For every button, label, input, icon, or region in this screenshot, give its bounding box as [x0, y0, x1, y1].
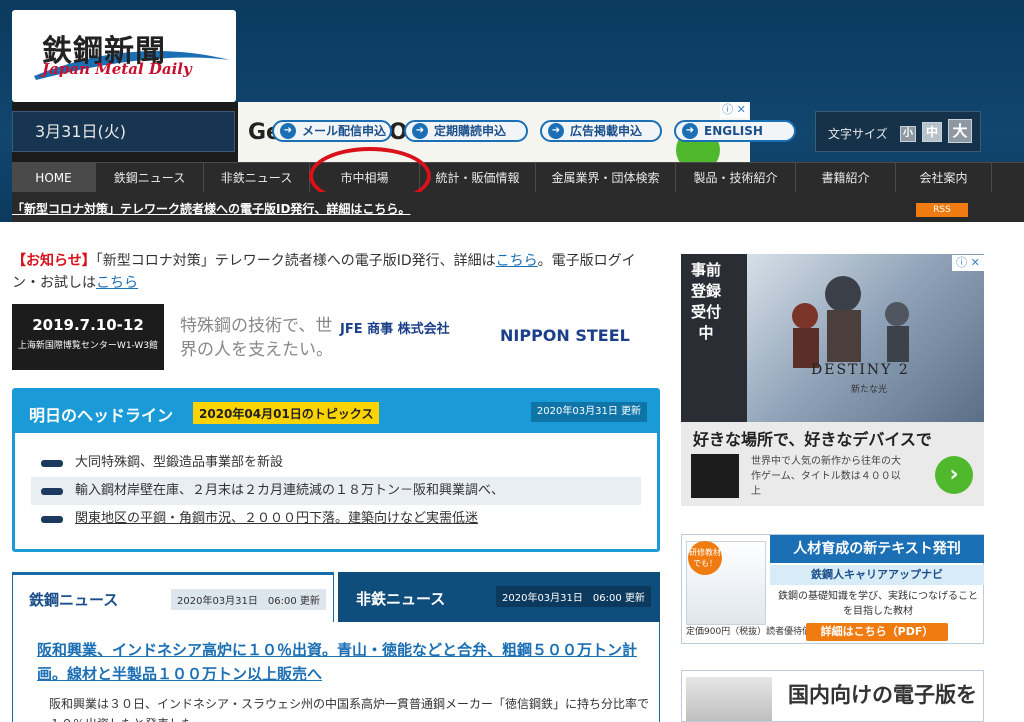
mail-subscribe-button[interactable]: ➜ メール配信申込 — [272, 120, 392, 142]
headline-box: 明日のヘッドライン 2020年04月01日のトピックス 2020年03月31日 … — [12, 388, 660, 552]
expo-date: 2019.7.10-12 — [32, 316, 144, 334]
nav-books[interactable]: 書籍紹介 — [796, 163, 896, 193]
promo-badge: 研修教材でも！ — [688, 541, 722, 575]
logo-english: Japan Metal Daily — [42, 60, 192, 78]
ticker-link[interactable]: 「新型コロナ対策」テレワーク読者様への電子版ID発行、詳細はこちら。 — [12, 200, 410, 217]
font-size-large-button[interactable]: 大 — [948, 119, 972, 143]
notice: 【お知らせ】「新型コロナ対策」テレワーク読者様への電子版ID発行、詳細はこちら。… — [12, 250, 658, 294]
tab-nonferrous-news[interactable]: 非鉄ニュース 2020年03月31日 06:00 更新 — [338, 572, 660, 622]
list-item[interactable]: 大同特殊鋼、型鍛造品事業部を新設 — [31, 449, 641, 477]
digital-edition-image — [686, 677, 772, 721]
article-title-link[interactable]: 阪和興業、インドネシア高炉に１０％出資。青山・徳能などと合弁、粗鋼５００万トン計… — [37, 638, 637, 686]
headline-title: 明日のヘッドライン — [29, 406, 174, 425]
tab-steel-news-date: 2020年03月31日 06:00 更新 — [171, 589, 326, 610]
tab-nonferrous-news-label: 非鉄ニュース — [356, 590, 446, 608]
notice-link-login[interactable]: こちら — [96, 275, 138, 291]
bullet-icon — [41, 516, 63, 523]
rss-button[interactable]: RSS — [916, 203, 968, 217]
main-nav: HOME 鉄鋼ニュース 非鉄ニュース 市中相場 統計・販価情報 金属業界・団体検… — [12, 162, 1024, 193]
site-header: 鉄鋼新聞 Japan Metal Daily GeFORCE NOW ⓘ ✕ 3… — [0, 0, 1024, 222]
promo-details-button[interactable]: 詳細はこちら（PDF） — [806, 623, 948, 641]
ad-catchphrase: 好きな場所で、好きなデバイスで — [693, 430, 932, 449]
top-article: 阪和興業、インドネシア高炉に１０％出資。青山・徳能などと合弁、粗鋼５００万トン計… — [12, 622, 660, 722]
article-body: 阪和興業は３０日、インドネシア・スラウェシ州の中国系高炉一貫普通鋼メーカー「徳信… — [49, 697, 650, 722]
subscription-button[interactable]: ➜ 定期購読申込 — [404, 120, 528, 142]
expo-venue: 上海新国際博覧センターW1-W3館 — [17, 341, 159, 351]
site-logo[interactable]: 鉄鋼新聞 Japan Metal Daily — [12, 10, 236, 102]
side-ad[interactable]: 事前登録受付中 DESTINY 2 新たな光 好きな場所で、好きなデバイスで 世… — [681, 254, 984, 506]
ad-placement-button[interactable]: ➜ 広告掲載申込 — [540, 120, 662, 142]
ad-body: 世界中で人気の新作から往年の大作ゲーム、タイトル数は４００以上 — [751, 456, 901, 497]
headline-updated: 2020年03月31日 更新 — [530, 402, 647, 422]
ad-bottom: 好きな場所で、好きなデバイスで 世界中で人気の新作から往年の大作ゲーム、タイトル… — [681, 422, 984, 506]
nav-nonferrous-news[interactable]: 非鉄ニュース — [204, 163, 310, 193]
font-size-small-button[interactable]: 小 — [900, 126, 916, 142]
promo-headline: 人材育成の新テキスト発刊 — [770, 535, 984, 563]
notice-text: 「新型コロナ対策」テレワーク読者様への電子版ID発行、詳細は — [95, 253, 496, 269]
nav-steel-news[interactable]: 鉄鋼ニュース — [96, 163, 204, 193]
news-ticker: 「新型コロナ対策」テレワーク読者様への電子版ID発行、詳細はこちら。 — [12, 192, 1024, 222]
ad-close-icon[interactable]: ⓘ ✕ — [952, 255, 984, 271]
arrow-right-icon: ➜ — [412, 123, 428, 139]
headline-header: 明日のヘッドライン 2020年04月01日のトピックス 2020年03月31日 … — [15, 391, 657, 433]
promo-subtitle: 鉄鋼人キャリアアップナビ — [770, 565, 984, 585]
bullet-icon — [41, 488, 63, 495]
digital-edition-promo[interactable]: 国内向けの電子版を — [681, 670, 984, 722]
font-size-medium-button[interactable]: 中 — [922, 122, 942, 142]
nav-statistics[interactable]: 統計・販価情報 — [420, 163, 536, 193]
nav-company[interactable]: 会社案内 — [896, 163, 992, 193]
chevron-right-icon[interactable]: › — [935, 456, 973, 494]
destiny-logo: DESTINY 2 — [811, 362, 910, 378]
nav-home[interactable]: HOME — [12, 163, 96, 193]
nav-products[interactable]: 製品・技術紹介 — [676, 163, 796, 193]
ad-vertical-text: 事前登録受付中 — [691, 261, 722, 342]
ad-game-art: DESTINY 2 新たな光 — [747, 254, 984, 422]
list-item[interactable]: 輸入鋼材岸壁在庫、２月末は２カ月連続減の１８万トン－阪和興業調べ、 — [31, 477, 641, 505]
font-size-label: 文字サイズ — [828, 127, 888, 141]
banner-copy: 特殊鋼の技術で、世界の人を支えたい。 — [180, 316, 333, 360]
list-item[interactable]: 関東地区の平鋼・角鋼市況、２０００円下落。建築向けなど実需低迷 — [31, 505, 641, 533]
tab-steel-news-label: 鉄鋼ニュース — [29, 591, 119, 609]
nippon-steel-logo: NIPPON STEEL — [500, 326, 630, 345]
headline-topics-badge: 2020年04月01日のトピックス — [193, 402, 380, 424]
nav-industry-search[interactable]: 金属業界・団体検索 — [536, 163, 676, 193]
jfe-logo: JFE 商事 株式会社 — [340, 322, 450, 337]
destiny-subtitle: 新たな光 — [851, 385, 888, 395]
font-size-control: 文字サイズ 小 中 大 — [815, 111, 981, 152]
arrow-right-icon: ➜ — [682, 123, 698, 139]
notice-tag: 【お知らせ】 — [12, 253, 96, 269]
arrow-right-icon: ➜ — [548, 123, 564, 139]
sponsor-banner[interactable]: 2019.7.10-12 上海新国際博覧センターW1-W3館 特殊鋼の技術で、世… — [12, 304, 660, 370]
bullet-icon — [41, 460, 63, 467]
english-button[interactable]: ➜ ENGLISH — [674, 120, 796, 142]
current-date: 3月31日(火) — [12, 111, 235, 152]
game-characters-image — [792, 276, 909, 368]
tab-nonferrous-news-date: 2020年03月31日 06:00 更新 — [496, 586, 651, 607]
expo-banner: 2019.7.10-12 上海新国際博覧センターW1-W3館 — [12, 304, 164, 370]
digital-edition-text: 国内向けの電子版を — [788, 682, 977, 707]
notice-link-details[interactable]: こちら — [496, 253, 538, 269]
geforce-now-logo — [691, 454, 739, 498]
promo-description: 鉄鋼の基礎知識を学び、実践につなげることを目指した教材 — [778, 591, 978, 617]
textbook-promo[interactable]: 研修教材でも！ 人材育成の新テキスト発刊 鉄鋼人キャリアアップナビ 鉄鋼の基礎知… — [681, 534, 984, 644]
ad-close-icon[interactable]: ⓘ ✕ — [720, 102, 748, 118]
arrow-right-icon: ➜ — [280, 123, 296, 139]
